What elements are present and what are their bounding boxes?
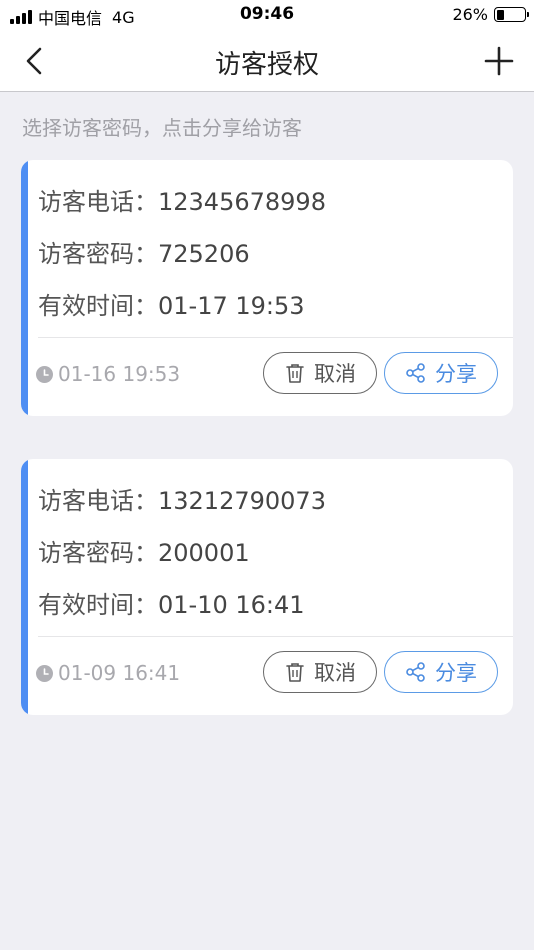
valid-time-value: 01-10 16:41 xyxy=(158,591,305,619)
card-accent-bar xyxy=(21,459,28,715)
visitor-code-label: 访客密码： xyxy=(38,539,158,567)
page-title: 访客授权 xyxy=(214,50,319,80)
status-right: 26% xyxy=(452,5,529,24)
cancel-button-label: 取消 xyxy=(314,362,356,386)
valid-time-label: 有效时间： xyxy=(38,292,158,320)
share-button[interactable]: 分享 xyxy=(384,651,498,693)
trash-icon xyxy=(286,364,304,383)
visitor-phone-label: 访客电话： xyxy=(38,188,158,216)
clock-icon xyxy=(36,365,53,383)
valid-time-row: 有效时间：01-10 16:41 xyxy=(38,585,305,620)
cancel-button-label: 取消 xyxy=(314,661,356,685)
created-time: 01-09 16:41 xyxy=(36,661,180,685)
share-button-label: 分享 xyxy=(435,661,477,685)
cancel-button[interactable]: 取消 xyxy=(263,651,377,693)
share-icon xyxy=(406,662,425,682)
visitor-phone-row: 访客电话：13212790073 xyxy=(38,481,326,516)
visitor-code-row: 访客密码：200001 xyxy=(38,533,250,568)
created-time-value: 01-09 16:41 xyxy=(58,661,181,685)
visitor-card: 访客电话：13212790073 访客密码：200001 有效时间：01-10 … xyxy=(21,459,513,715)
add-button[interactable] xyxy=(482,44,516,78)
visitor-code-label: 访客密码： xyxy=(38,240,158,268)
trash-icon xyxy=(286,663,304,682)
hint-text: 选择访客密码，点击分享给访客 xyxy=(22,116,302,140)
visitor-phone-row: 访客电话：12345678998 xyxy=(38,182,326,217)
visitor-phone-value: 13212790073 xyxy=(158,487,326,515)
card-divider xyxy=(38,337,513,338)
valid-time-label: 有效时间： xyxy=(38,591,158,619)
visitor-code-value: 200001 xyxy=(158,539,250,567)
clock-icon xyxy=(36,664,53,682)
visitor-code-value: 725206 xyxy=(158,240,250,268)
valid-time-row: 有效时间：01-17 19:53 xyxy=(38,286,305,321)
card-accent-bar xyxy=(21,160,28,416)
status-bar: 中国电信 4G 09:46 26% xyxy=(0,0,534,30)
valid-time-value: 01-17 19:53 xyxy=(158,292,305,320)
visitor-code-row: 访客密码：725206 xyxy=(38,234,250,269)
battery-fill xyxy=(496,9,504,20)
share-button-label: 分享 xyxy=(435,362,477,386)
card-divider xyxy=(38,636,513,637)
visitor-phone-label: 访客电话： xyxy=(38,487,158,515)
battery-icon xyxy=(494,7,529,22)
share-icon xyxy=(406,363,425,383)
visitor-card: 访客电话：12345678998 访客密码：725206 有效时间：01-17 … xyxy=(21,160,513,416)
share-button[interactable]: 分享 xyxy=(384,352,498,394)
created-time: 01-16 19:53 xyxy=(36,362,180,386)
visitor-phone-value: 12345678998 xyxy=(158,188,326,216)
plus-icon xyxy=(484,46,514,76)
cancel-button[interactable]: 取消 xyxy=(263,352,377,394)
nav-bar: 访客授权 xyxy=(0,30,534,92)
created-time-value: 01-16 19:53 xyxy=(58,362,181,386)
battery-percent: 26% xyxy=(452,5,488,24)
